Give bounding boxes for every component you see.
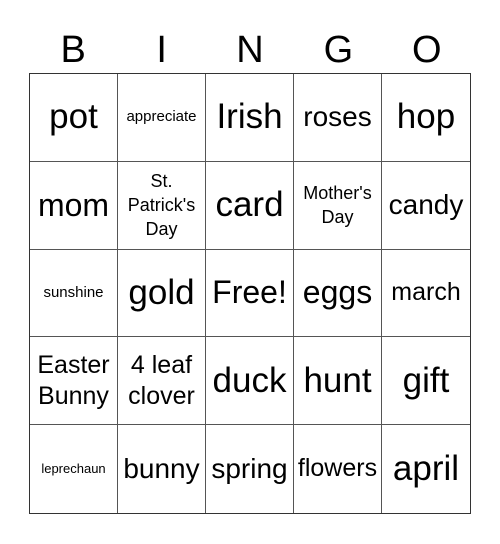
bingo-cell[interactable]: Easter Bunny [30,337,118,426]
bingo-cell-label: 4 leaf clover [128,350,195,410]
header-letter-i: I [156,29,167,71]
bingo-cell[interactable]: Mother's Day [294,161,382,250]
bingo-cell-label: Irish [216,97,283,137]
bingo-cell-label: sunshine [43,283,104,301]
bingo-cell[interactable]: spring [206,425,294,513]
bingo-cell-label: mom [37,186,110,223]
bingo-cell[interactable]: card [206,161,294,250]
bingo-cell[interactable]: mom [30,161,118,250]
bingo-cell-label: flowers [297,454,378,483]
bingo-cell[interactable]: eggs [294,249,382,338]
header-letter-n: N [236,29,264,71]
bingo-cell-label: spring [211,452,288,484]
bingo-cell[interactable]: pot [30,74,118,162]
bingo-cell-label: pot [49,97,98,137]
header-letter-g: G [323,29,354,71]
bingo-cell[interactable]: duck [206,337,294,426]
bingo-cell-label: duck [212,360,287,400]
free-space-cell[interactable]: Free! [206,249,294,338]
bingo-cell-label: hunt [303,360,372,400]
bingo-cell[interactable]: Irish [206,74,294,162]
bingo-cell[interactable]: hop [382,74,470,162]
bingo-cell[interactable]: gift [382,337,470,426]
bingo-cell-label: march [391,278,461,307]
bingo-header: B I N G O [29,28,471,72]
bingo-cell[interactable]: flowers [294,425,382,513]
header-letter-o: O [412,29,442,71]
bingo-cell-label: St. Patrick's Day [127,170,196,240]
bingo-cell-label: Easter Bunny [37,350,110,410]
header-letter-b: B [60,29,86,71]
bingo-cell[interactable]: sunshine [30,249,118,338]
bingo-cell[interactable]: gold [118,249,206,338]
bingo-cell[interactable]: bunny [118,425,206,513]
bingo-cell-label: eggs [302,274,373,311]
bingo-cell[interactable]: hunt [294,337,382,426]
bingo-cell-label: gift [402,360,450,400]
bingo-cell-label: Free! [212,274,287,311]
bingo-cell-label: appreciate [126,108,197,126]
bingo-cell[interactable]: leprechaun [30,425,118,513]
bingo-cell[interactable]: appreciate [118,74,206,162]
bingo-cell[interactable]: 4 leaf clover [118,337,206,426]
bingo-cell-label: roses [303,101,372,132]
bingo-cell-label: hop [396,97,456,137]
bingo-cell-label: candy [388,188,464,220]
bingo-cell[interactable]: march [382,250,470,338]
bingo-cell-label: card [215,184,284,224]
bingo-cell-label: gold [128,272,195,312]
bingo-cell[interactable]: april [382,425,470,513]
bingo-cell-label: april [392,448,460,488]
bingo-cell-label: Mother's Day [303,182,372,228]
bingo-cell-label: bunny [123,452,200,484]
bingo-cell[interactable]: candy [382,162,470,250]
bingo-cell[interactable]: roses [294,74,382,162]
bingo-cell[interactable]: St. Patrick's Day [118,161,206,250]
bingo-card-grid: pot appreciate Irish roses hop mom St. Patrick… [29,73,471,514]
bingo-cell-label: leprechaun [41,460,106,476]
